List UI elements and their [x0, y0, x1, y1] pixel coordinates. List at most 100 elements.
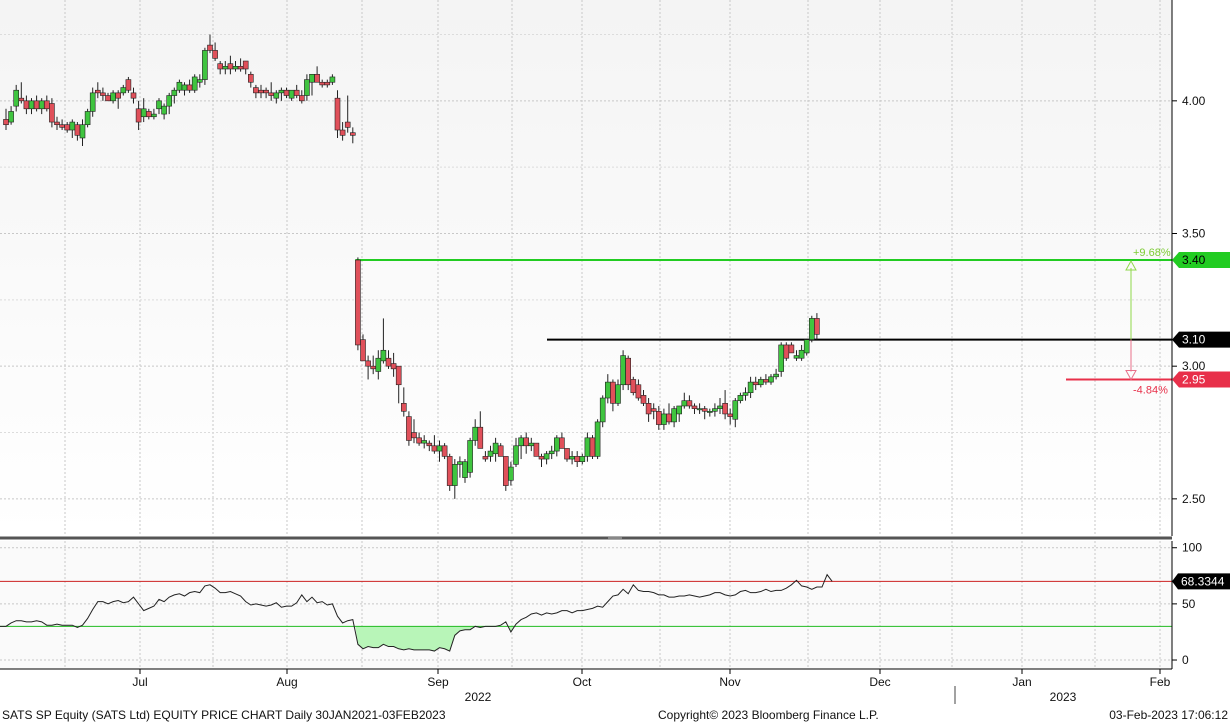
candle-body [151, 113, 157, 118]
candle-body [416, 437, 422, 444]
candle-body [13, 89, 19, 107]
candle-body [273, 92, 280, 99]
candle-body [8, 111, 14, 123]
candle-body [543, 453, 550, 460]
candle-body [186, 84, 193, 91]
candle-body [763, 379, 769, 383]
candle-body [242, 60, 249, 70]
candle-body [584, 437, 591, 457]
candle-body [625, 357, 632, 386]
candle-body [253, 87, 259, 94]
downside-percent-label: -4.84% [1133, 384, 1168, 396]
candle-body [125, 79, 132, 91]
candle-body [344, 121, 351, 128]
month-label: Jan [1012, 675, 1031, 689]
candle-body [717, 405, 723, 409]
candle-body [798, 349, 805, 359]
candle-body [508, 466, 514, 481]
candle-body [564, 448, 570, 460]
candle-body [268, 92, 275, 96]
rsi-panel-background [0, 541, 1172, 669]
candle-body [482, 456, 489, 460]
candle-body [691, 405, 698, 409]
current-price-value: 3.10 [1182, 333, 1206, 347]
footer-timestamp: 03-Feb-2023 17:06:12 [1109, 708, 1228, 722]
candle [191, 74, 198, 93]
chart-canvas: +9.68% -4.84% 2.50 3.00 3.50 4.00 100 50 0 Jul Au… [0, 0, 1230, 722]
candle-body [477, 426, 484, 449]
rsi-tick-label: 100 [1182, 541, 1202, 555]
candle-body [492, 442, 499, 455]
candle-body [722, 403, 728, 415]
candle-body [773, 373, 779, 378]
resistance-level-value: 3.40 [1182, 253, 1206, 267]
price-tick-label: 3.00 [1182, 359, 1206, 373]
candle-body [283, 89, 290, 96]
candle-body [548, 450, 555, 455]
candle-body [237, 66, 244, 70]
candle-body [686, 400, 693, 407]
candle-body [365, 360, 371, 367]
candle-body [84, 111, 91, 126]
candle-body [604, 381, 611, 399]
candle-body [115, 92, 121, 99]
candle [783, 342, 790, 361]
candle [84, 108, 91, 128]
candle-body [666, 413, 672, 423]
candle-body [334, 97, 341, 131]
candle-body [400, 403, 407, 412]
candle-body [462, 461, 468, 478]
year-label: 2022 [465, 690, 492, 704]
candle-body [533, 442, 540, 457]
candle [125, 76, 132, 93]
month-label: Nov [719, 675, 740, 689]
candle-body [451, 464, 458, 486]
candle-body [431, 445, 438, 452]
candle-body [395, 365, 402, 386]
candle-body [314, 73, 320, 83]
candle [778, 342, 785, 377]
candle-body [421, 440, 428, 444]
candle-body [43, 100, 50, 110]
candle-body [38, 100, 45, 110]
candle-body [59, 124, 65, 128]
candle-body [64, 124, 70, 131]
rsi-tick-label: 0 [1182, 653, 1189, 667]
candle [533, 442, 540, 457]
candle-body [324, 81, 331, 86]
month-label: Dec [869, 675, 890, 689]
candle-body [390, 363, 397, 370]
candle-body [227, 63, 234, 70]
candle [630, 376, 637, 396]
candle [202, 47, 208, 85]
candle-body [620, 355, 626, 386]
candle-body [298, 95, 305, 102]
candle-body [161, 105, 167, 115]
candle-body [181, 84, 188, 91]
candle-body [54, 121, 60, 126]
candle-body [49, 103, 55, 123]
candle-body [518, 437, 524, 447]
candle-body [579, 456, 586, 463]
month-label: Sep [427, 675, 449, 689]
candle-body [69, 121, 76, 131]
candle-body [747, 381, 754, 394]
candle-body [18, 97, 25, 102]
candle-body [411, 432, 417, 439]
candle [589, 435, 596, 460]
candle-body [788, 344, 795, 354]
candle-body [263, 89, 269, 94]
candle-body [650, 408, 657, 412]
candle-body [502, 456, 509, 486]
candle-body [803, 339, 810, 354]
footer-title: SATS SP Equity (SATS Ltd) EQUITY PRICE C… [2, 708, 446, 722]
candle-body [783, 344, 790, 359]
candle-body [559, 437, 565, 449]
candle [467, 437, 473, 478]
candle-body [538, 456, 545, 460]
candle-body [528, 442, 535, 447]
candle-body [594, 421, 601, 457]
bloomberg-price-chart: +9.68% -4.84% 2.50 3.00 3.50 4.00 100 50 0 Jul Au… [0, 0, 1230, 723]
candle-body [79, 124, 86, 139]
candle-body [95, 89, 101, 94]
